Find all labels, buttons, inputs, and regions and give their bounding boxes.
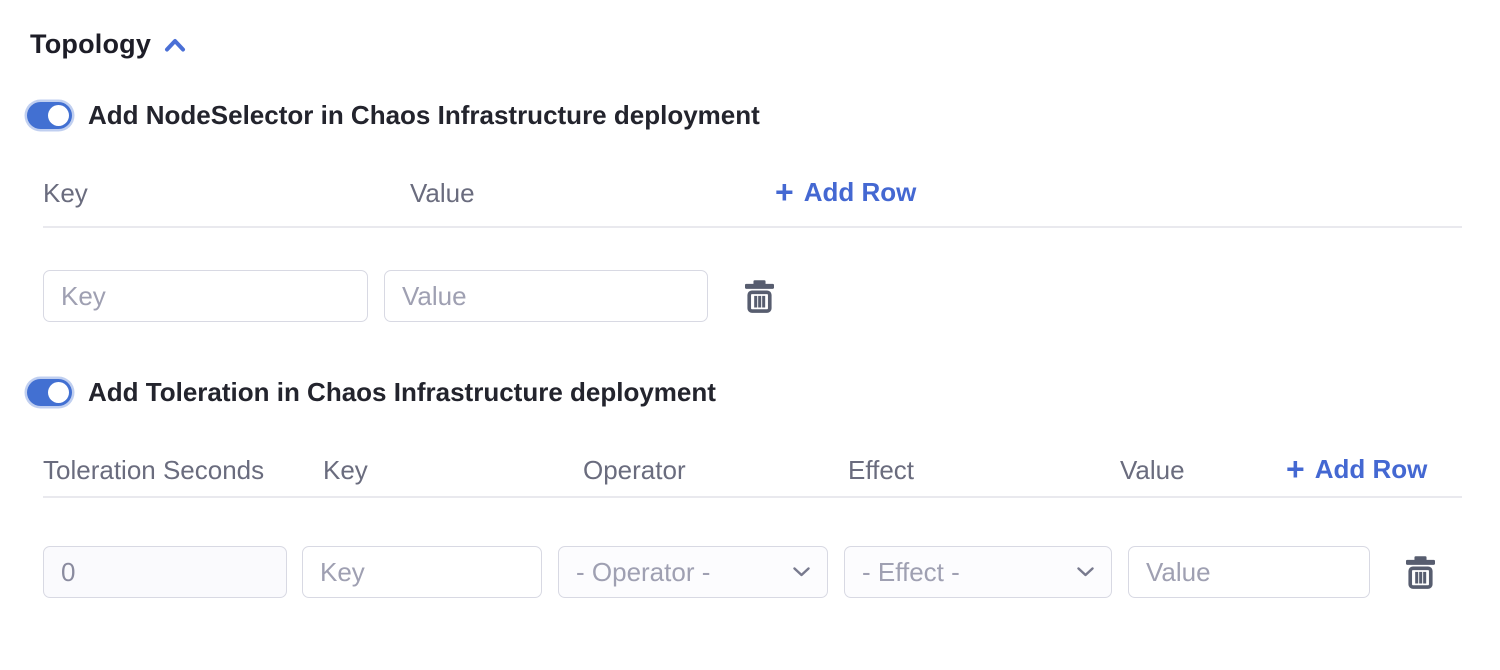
chevron-down-icon [1077, 567, 1094, 577]
toggle-knob [48, 382, 69, 403]
operator-select-value: - Operator - [576, 557, 710, 588]
effect-select-value: - Effect - [862, 557, 960, 588]
toleration-toggle[interactable] [27, 379, 72, 406]
plus-icon: + [1286, 456, 1305, 482]
toleration-key-input[interactable] [302, 546, 542, 598]
column-header-value: Value [1120, 455, 1185, 486]
trash-icon [1406, 556, 1435, 589]
chevron-down-icon [793, 567, 810, 577]
collapse-section-button[interactable] [164, 38, 186, 52]
nodeselector-toggle-label: Add NodeSelector in Chaos Infrastructure… [88, 100, 760, 131]
column-header-effect: Effect [848, 455, 914, 486]
nodeselector-toggle[interactable] [27, 102, 72, 129]
nodeselector-value-input[interactable] [384, 270, 708, 322]
operator-select[interactable]: - Operator - [558, 546, 828, 598]
table-header-divider [43, 226, 1462, 228]
toggle-knob [48, 105, 69, 126]
toleration-toggle-label: Add Toleration in Chaos Infrastructure d… [88, 377, 716, 408]
column-header-value: Value [410, 178, 475, 209]
add-row-label: Add Row [1315, 454, 1428, 485]
nodeselector-delete-row-button[interactable] [745, 280, 774, 313]
column-header-operator: Operator [583, 455, 686, 486]
topology-settings-panel: Topology Add NodeSelector in Chaos Infra… [0, 0, 1500, 670]
topology-section-header: Topology [30, 29, 186, 60]
nodeselector-add-row-button[interactable]: + Add Row [775, 177, 916, 208]
toleration-add-row-button[interactable]: + Add Row [1286, 454, 1427, 485]
column-header-key: Key [43, 178, 88, 209]
column-header-toleration-seconds: Toleration Seconds [43, 455, 264, 486]
nodeselector-toggle-row: Add NodeSelector in Chaos Infrastructure… [27, 100, 760, 131]
trash-icon [745, 280, 774, 313]
column-header-key: Key [323, 455, 368, 486]
effect-select[interactable]: - Effect - [844, 546, 1112, 598]
toleration-toggle-row: Add Toleration in Chaos Infrastructure d… [27, 377, 716, 408]
add-row-label: Add Row [804, 177, 917, 208]
toleration-value-input[interactable] [1128, 546, 1370, 598]
toleration-seconds-input[interactable] [43, 546, 287, 598]
page-title: Topology [30, 29, 151, 60]
plus-icon: + [775, 179, 794, 205]
toleration-delete-row-button[interactable] [1406, 556, 1435, 589]
table-header-divider [43, 496, 1462, 498]
chevron-up-icon [164, 38, 186, 52]
nodeselector-key-input[interactable] [43, 270, 368, 322]
